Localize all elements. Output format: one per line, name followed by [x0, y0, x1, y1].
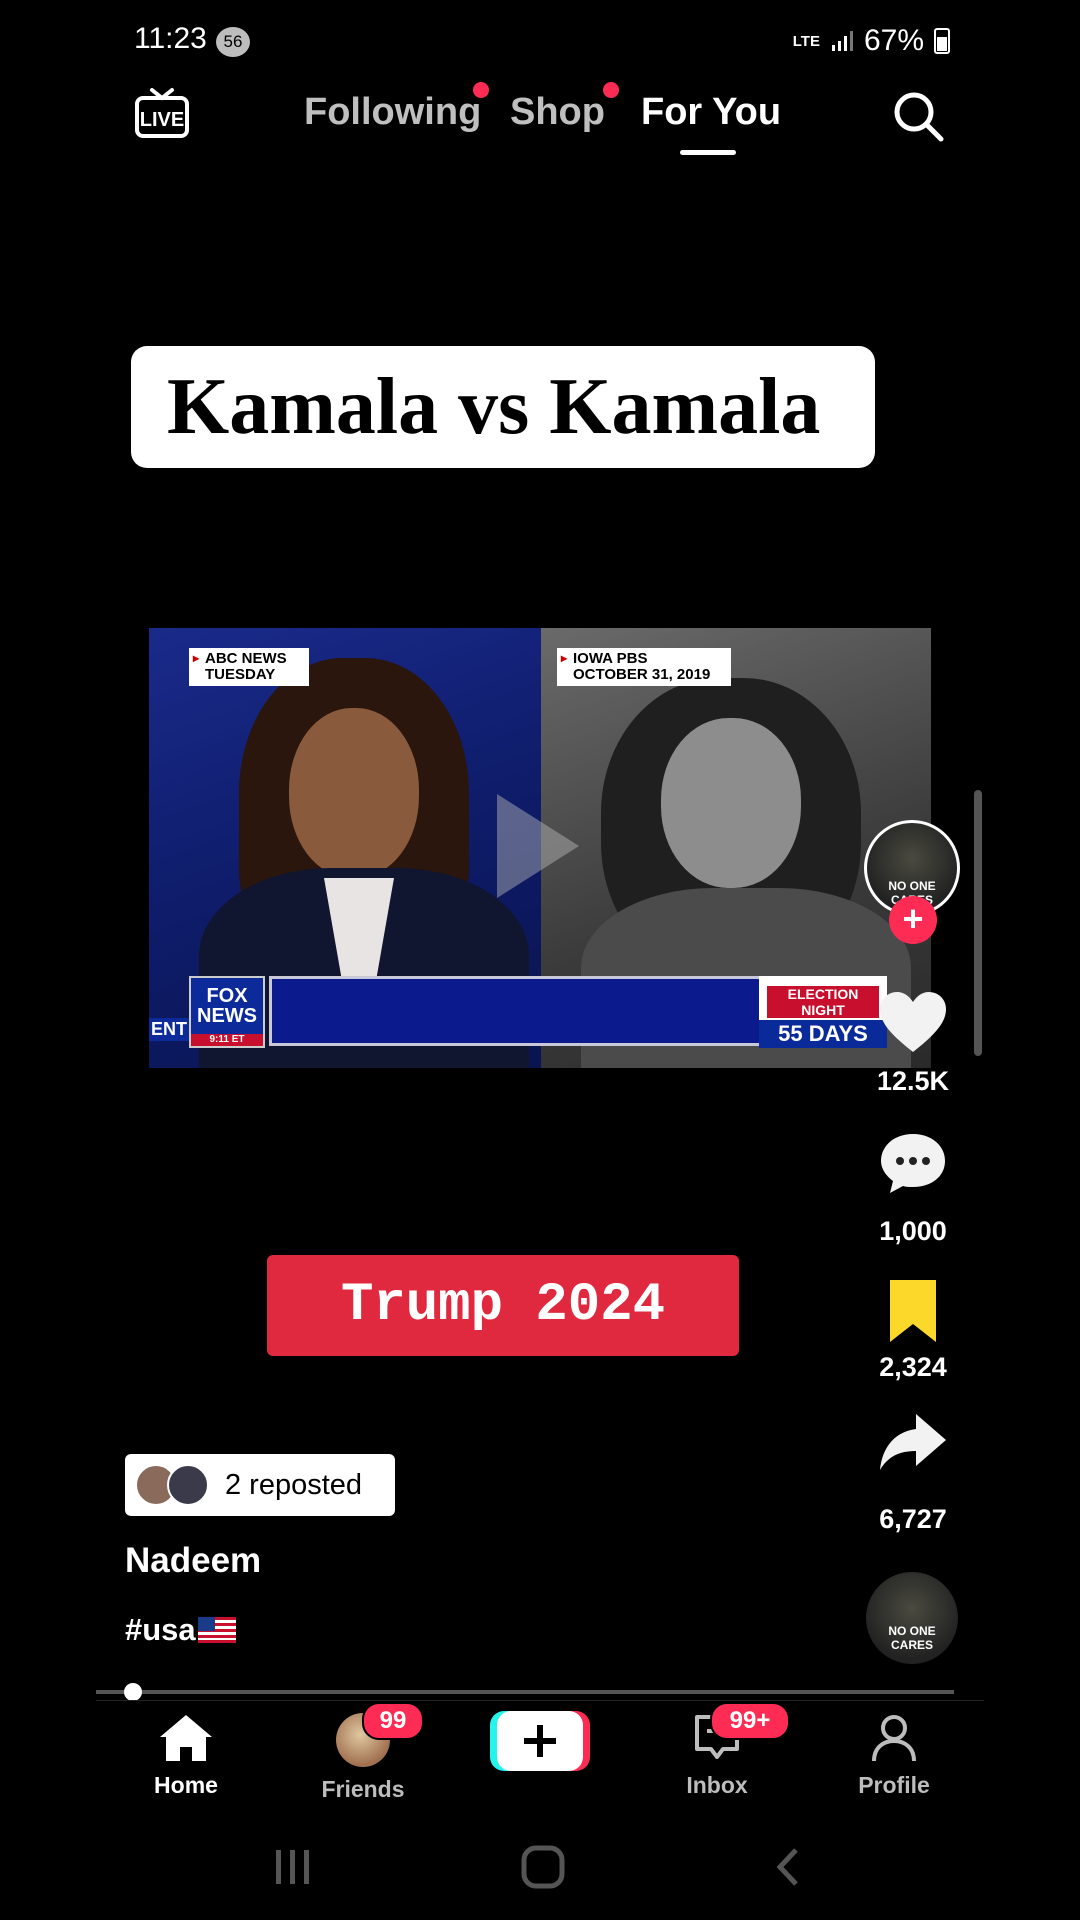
video-banner: Trump 2024: [267, 1255, 739, 1356]
us-flag-icon: [197, 1617, 236, 1643]
banner-text: Trump 2024: [340, 1275, 666, 1336]
nav-home-label: Home: [154, 1772, 218, 1798]
author-name[interactable]: Nadeem: [125, 1541, 261, 1581]
recent-apps-icon[interactable]: [276, 1850, 309, 1884]
reposter-avatar: [167, 1464, 209, 1506]
status-icons: LTE 67%: [793, 24, 950, 58]
nav-inbox-label: Inbox: [686, 1772, 748, 1798]
ticker-label: ENT: [149, 1018, 189, 1041]
battery-percent: 67%: [863, 24, 924, 57]
video-title-card: Kamala vs Kamala: [131, 346, 875, 468]
music-disc[interactable]: NO ONE CARES: [866, 1572, 958, 1664]
system-nav-bar: [276, 1845, 798, 1889]
home-system-icon[interactable]: [521, 1845, 565, 1889]
signal-icon: [831, 31, 853, 51]
bookmark-icon[interactable]: [878, 1278, 948, 1344]
abc-news-tag: ABC NEWS TUESDAY: [189, 648, 309, 686]
tab-shop[interactable]: Shop: [510, 91, 605, 134]
nav-profile-label: Profile: [858, 1772, 930, 1798]
heart-icon[interactable]: [878, 990, 948, 1056]
scroll-indicator: [974, 790, 982, 1056]
back-icon[interactable]: [776, 1848, 798, 1886]
profile-icon: [872, 1715, 916, 1762]
active-tab-indicator: [680, 150, 736, 155]
network-time: 9:11 ET: [191, 1034, 263, 1046]
battery-icon: [934, 28, 950, 54]
notification-count-badge: 56: [216, 27, 250, 57]
like-count: 12.5K: [876, 1066, 950, 1096]
video-title-text: Kamala vs Kamala: [167, 362, 821, 451]
svg-text:LIVE: LIVE: [140, 109, 184, 131]
status-time: 11:23: [134, 22, 207, 55]
follow-button[interactable]: +: [889, 896, 937, 944]
home-icon: [160, 1715, 212, 1761]
nav-friends-label: Friends: [321, 1776, 405, 1802]
live-tv-icon[interactable]: LIVE: [134, 86, 190, 142]
nav-home[interactable]: Home: [116, 1713, 256, 1799]
share-count: 6,727: [879, 1504, 947, 1534]
search-icon[interactable]: [890, 88, 946, 144]
save-count: 2,324: [879, 1352, 947, 1382]
comment-count: 1,000: [879, 1216, 947, 1246]
tab-following[interactable]: Following: [304, 91, 481, 134]
inbox-badge: 99+: [710, 1702, 790, 1740]
repost-indicator[interactable]: 2 reposted: [125, 1454, 395, 1516]
video-clip[interactable]: ABC NEWS TUESDAY IOWA PBS OCTOBER 31, 20…: [149, 628, 931, 1068]
tab-for-you[interactable]: For You: [641, 91, 781, 134]
video-progress-track[interactable]: [96, 1690, 954, 1694]
network-type: LTE: [792, 32, 820, 50]
create-button[interactable]: [490, 1708, 590, 1774]
friends-badge: 99: [362, 1702, 424, 1740]
election-countdown: 55 DAYS: [759, 1020, 887, 1048]
play-icon[interactable]: [487, 786, 587, 906]
news-lower-third: [269, 976, 769, 1046]
repost-text: 2 reposted: [225, 1469, 363, 1501]
iowa-pbs-tag: IOWA PBS OCTOBER 31, 2019: [557, 648, 731, 686]
share-icon[interactable]: [878, 1410, 948, 1476]
video-progress-handle[interactable]: [124, 1683, 142, 1701]
following-notification-dot: [473, 82, 489, 98]
election-night-box: ELECTION NIGHT 55 DAYS: [759, 976, 887, 1048]
nav-profile[interactable]: Profile: [824, 1713, 964, 1799]
shop-notification-dot: [603, 82, 619, 98]
fox-news-logo: FOX NEWS 9:11 ET: [189, 976, 265, 1048]
caption-hashtag[interactable]: #usa: [125, 1612, 236, 1648]
comment-icon[interactable]: [878, 1130, 948, 1196]
